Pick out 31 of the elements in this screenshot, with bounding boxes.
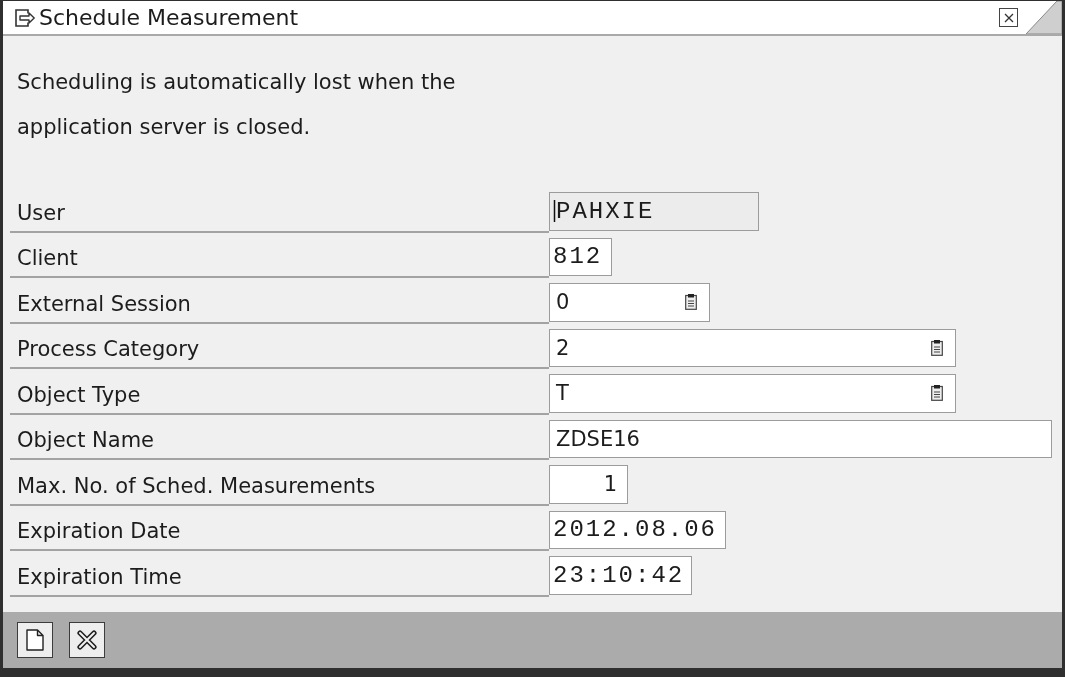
field-label: Max. No. of Sched. Measurements [10,460,549,506]
input-field[interactable]: 1 [549,465,628,504]
input-field[interactable]: 2 [549,328,956,367]
field-label: External Session [10,278,549,324]
time-field[interactable]: 23:10:42 [549,556,692,595]
document-icon [26,629,44,651]
field-label: Client [10,232,549,278]
window-title: Schedule Measurement [39,5,299,30]
close-icon [1003,12,1014,23]
field-label: Process Category [10,323,549,369]
clipboard-icon[interactable] [931,339,943,356]
field-label: Object Name [10,414,549,460]
field-label: Expiration Time [10,551,549,597]
display-field: PAHXIE [549,192,759,231]
input-field[interactable]: ZDSE16 [549,419,1052,458]
clipboard-icon[interactable] [931,385,943,402]
input-field[interactable]: 812 [549,237,612,276]
message-text: Scheduling is automatically lost when the application server is closed. [17,69,457,141]
new-button[interactable] [17,622,53,658]
close-button[interactable] [999,8,1018,27]
input-field[interactable]: 0 [549,283,710,322]
cancel-button[interactable] [69,622,105,658]
field-label: Object Type [10,369,549,415]
title-bar-corner [1026,1,1062,34]
input-field[interactable]: T [549,374,956,413]
field-label: Expiration Date [10,505,549,551]
date-field[interactable]: 2012.08.06 [549,510,726,549]
field-label: User [10,187,549,233]
cross-icon [77,630,97,650]
window-arrow-icon [15,8,35,27]
clipboard-icon[interactable] [685,294,697,311]
